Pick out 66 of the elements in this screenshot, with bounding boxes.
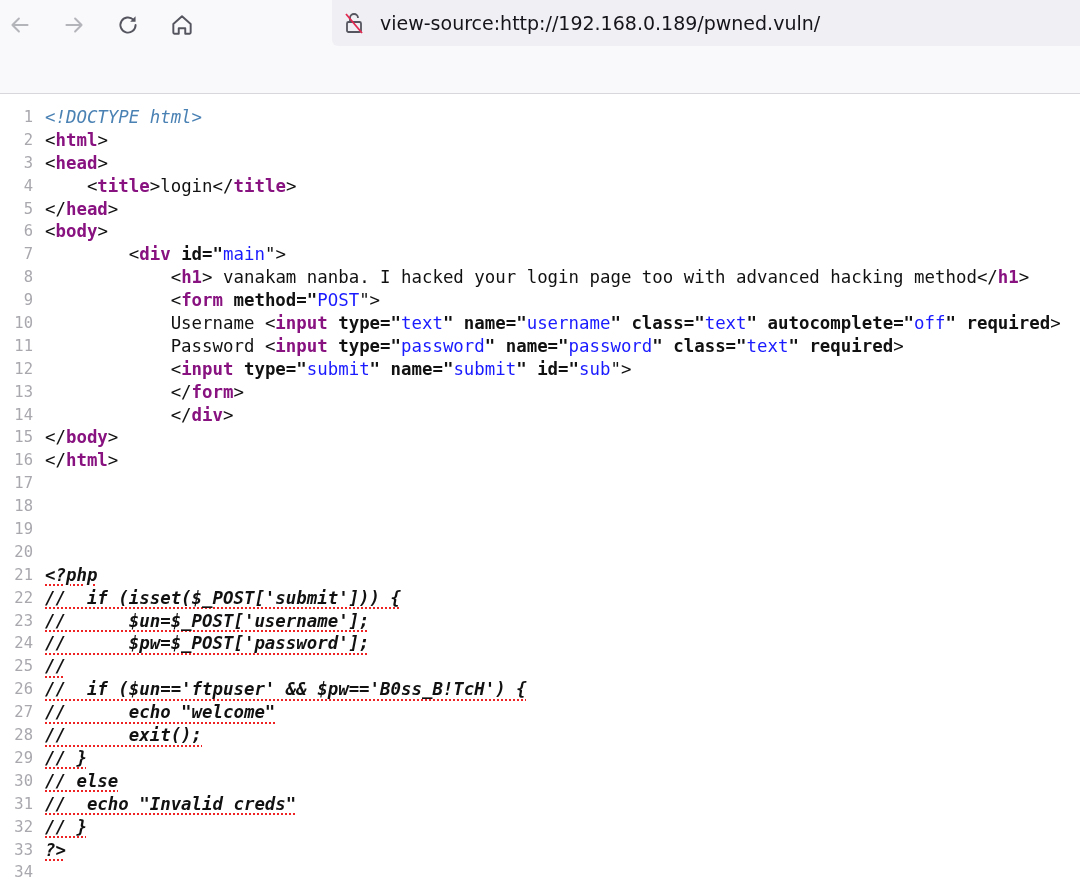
source-line: </div>: [169, 403, 234, 427]
url-text: view-source:http://192.168.0.189/pwned.vuln/: [380, 12, 821, 34]
source-line: ?>: [45, 838, 66, 862]
line-number: 27: [13, 702, 33, 724]
line-number: 33: [13, 839, 33, 861]
source-line: // echo "welcome": [45, 701, 276, 725]
source-line: <input type="submit" name="submit" id="sub">: [169, 357, 632, 381]
line-number: 32: [13, 816, 33, 838]
line-number: 9: [22, 290, 33, 312]
source-line: // $pw=$_POST['password'];: [45, 632, 370, 656]
line-number: 10: [13, 313, 33, 334]
line-number: 6: [22, 221, 33, 243]
source-line: <body>: [45, 220, 108, 244]
line-number: 17: [13, 473, 33, 495]
source-line: <div id="main">: [127, 243, 286, 267]
line-number: 22: [13, 587, 33, 609]
line-number: 1: [22, 107, 33, 128]
source-line: // $un=$_POST['username'];: [45, 609, 370, 633]
line-number: 14: [13, 404, 33, 426]
source-line: <html>: [45, 128, 108, 152]
line-number: 5: [22, 198, 33, 220]
line-number: 29: [13, 747, 33, 769]
line-number: 31: [13, 793, 33, 815]
address-bar[interactable]: view-source:http://192.168.0.189/pwned.vuln/: [332, 0, 1080, 46]
source-line: <form method="POST">: [169, 289, 381, 312]
line-number: 16: [13, 450, 33, 472]
line-number: 28: [13, 725, 33, 747]
line-number: 4: [22, 175, 33, 197]
line-number: 15: [13, 427, 33, 449]
source-line: <head>: [45, 151, 108, 175]
source-line: // if ($un=='ftpuser' && $pw=='B0ss_B!TcH') {: [45, 678, 527, 702]
source-line: <!DOCTYPE html>: [45, 106, 203, 129]
line-number: 8: [22, 267, 33, 289]
line-number: 24: [13, 633, 33, 655]
line-number: 7: [22, 244, 33, 266]
line-number: 21: [13, 564, 33, 586]
line-number: 12: [13, 358, 33, 380]
source-line: </head>: [45, 197, 119, 221]
line-number: 13: [13, 381, 33, 403]
source-line: // if (isset($_POST['submit'])) {: [45, 586, 401, 610]
line-number: 3: [22, 152, 33, 174]
source-line: // else: [45, 769, 119, 793]
source-line: <h1> vanakam nanba. I hacked your login page too with advanced hacking method</h1>: [169, 266, 1030, 290]
line-number: 34: [13, 862, 33, 884]
source-line: //: [45, 655, 66, 679]
source-line: </body>: [45, 426, 119, 450]
source-line: Username <input type="text" name="username" class="text" autocomplete="off" required>: [169, 312, 1061, 335]
line-number: 2: [22, 129, 33, 151]
line-number: 23: [13, 610, 33, 632]
source-line: Password <input type="password" name="password" class="text" required>: [169, 334, 904, 358]
line-number: 30: [13, 770, 33, 792]
line-number: 11: [13, 335, 33, 357]
line-number: 26: [13, 679, 33, 701]
line-number: 20: [13, 541, 33, 563]
source-line: </html>: [45, 449, 119, 473]
source-line: // }: [45, 815, 87, 839]
line-number: 19: [13, 519, 33, 541]
source-line: </form>: [169, 380, 244, 404]
home-icon: [169, 12, 195, 38]
source-line: // echo "Invalid creds": [45, 792, 297, 816]
source-line: <title>login</title>: [85, 174, 297, 198]
source-line: <?php: [45, 563, 98, 587]
line-number: 25: [13, 656, 33, 678]
source-line: // exit();: [45, 724, 203, 747]
line-number: 18: [13, 496, 33, 518]
source-line: // }: [45, 746, 87, 770]
